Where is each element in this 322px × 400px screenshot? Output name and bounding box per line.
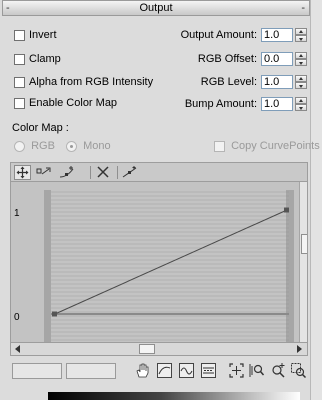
copy-curvepoints-option[interactable]: Copy CurvePoints	[214, 139, 320, 153]
curve-toolbar	[10, 162, 308, 182]
clamp-option[interactable]: Clamp	[14, 52, 61, 66]
zoom-add-icon[interactable]	[269, 362, 286, 379]
mono-radio-option[interactable]: Mono	[66, 139, 111, 153]
point-y-field[interactable]	[66, 363, 116, 379]
invert-option[interactable]: Invert	[14, 28, 57, 42]
rgb-radio-label: RGB	[31, 140, 55, 152]
copy-curvepoints-label: Copy CurvePoints	[231, 140, 320, 152]
curve-bottom-bar	[10, 359, 308, 381]
delete-point-icon[interactable]	[95, 165, 112, 180]
scale-point-icon[interactable]	[35, 165, 52, 180]
clamp-label: Clamp	[29, 53, 61, 66]
graph-horizontal-scrollbar[interactable]	[10, 342, 308, 356]
rgb-level-label: RGB Level:	[200, 76, 257, 88]
rgb-level-spinner[interactable]	[295, 75, 307, 89]
rollout-right-marker: -	[301, 2, 305, 14]
zoom-icon[interactable]	[248, 362, 265, 379]
enable-color-map-option[interactable]: Enable Color Map	[14, 96, 117, 110]
color-map-gradient	[48, 392, 300, 400]
panel-scrollbar[interactable]	[310, 0, 322, 400]
rgb-offset-label: RGB Offset:	[197, 53, 257, 65]
rgb-level-field[interactable]: 1.0	[261, 75, 293, 89]
mono-radio[interactable]	[66, 140, 77, 152]
zoom-horizontal-icon[interactable]	[178, 362, 195, 379]
curve-graph-canvas[interactable]: 1 0	[11, 182, 308, 342]
mono-radio-label: Mono	[83, 140, 111, 152]
bump-amount-label: Bump Amount:	[184, 98, 257, 110]
invert-label: Invert	[29, 29, 57, 42]
scroll-right-arrow-icon[interactable]	[294, 344, 304, 354]
clamp-checkbox[interactable]	[14, 53, 25, 65]
graph-horizontal-scroll-thumb[interactable]	[139, 344, 155, 354]
add-point-icon[interactable]	[59, 165, 76, 180]
curve-graph[interactable]: 1 0	[10, 182, 308, 342]
output-amount-field[interactable]: 1.0	[261, 28, 293, 42]
copy-curvepoints-checkbox[interactable]	[214, 140, 225, 152]
rollout-title: Output	[139, 2, 173, 14]
rgb-radio[interactable]	[14, 140, 25, 152]
rgb-offset-field[interactable]: 0.0	[261, 52, 293, 66]
scroll-left-arrow-icon[interactable]	[13, 344, 23, 354]
rgb-offset-spinner[interactable]	[295, 52, 307, 66]
graph-vertical-scrollbar[interactable]	[299, 182, 307, 342]
invert-checkbox[interactable]	[14, 29, 25, 41]
rollout-header[interactable]: - Output -	[2, 0, 310, 16]
reset-curve-icon[interactable]	[122, 165, 139, 180]
pan-hand-icon[interactable]	[134, 362, 151, 379]
rgb-radio-option[interactable]: RGB	[14, 139, 55, 153]
curve-point-end[interactable]	[284, 207, 289, 213]
zoom-region-icon[interactable]	[228, 362, 245, 379]
enable-color-map-label: Enable Color Map	[29, 97, 118, 110]
alpha-from-rgb-checkbox[interactable]	[14, 76, 25, 88]
bump-amount-field[interactable]: 1.0	[261, 97, 293, 111]
y-axis-label-top: 1	[14, 208, 20, 219]
curve-line[interactable]	[54, 209, 288, 315]
y-axis-label-bottom: 0	[14, 312, 20, 323]
enable-color-map-checkbox[interactable]	[14, 97, 25, 109]
graph-vertical-scroll-thumb[interactable]	[301, 234, 307, 254]
bump-amount-spinner[interactable]	[295, 97, 307, 111]
zoom-extents-icon[interactable]	[156, 362, 173, 379]
move-icon[interactable]	[14, 165, 31, 180]
point-x-field[interactable]	[12, 363, 62, 379]
curve-point-start[interactable]	[52, 311, 57, 317]
output-amount-spinner[interactable]	[295, 28, 307, 42]
zoom-vertical-icon[interactable]	[200, 362, 217, 379]
output-amount-label: Output Amount:	[180, 29, 257, 41]
color-map-header: Color Map :	[12, 122, 69, 134]
zoom-window-icon[interactable]	[290, 362, 307, 379]
